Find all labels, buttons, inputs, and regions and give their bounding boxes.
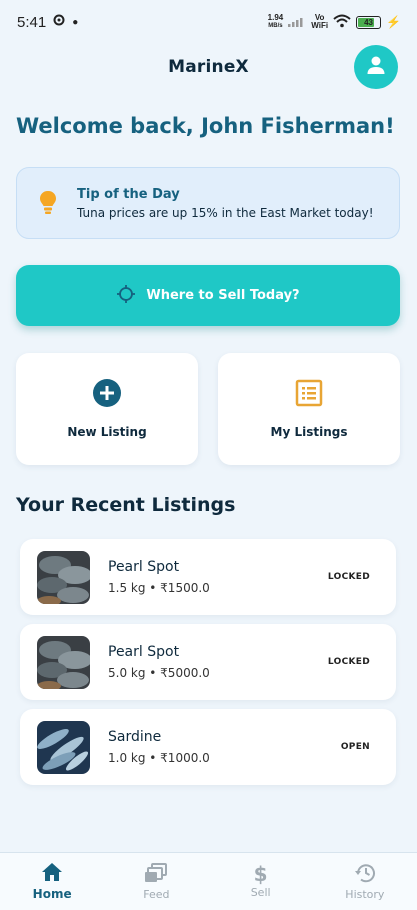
nav-label-feed: Feed [143, 887, 170, 901]
tip-card: Tip of the Day Tuna prices are up 15% in… [16, 167, 400, 239]
recent-listings-title: Your Recent Listings [16, 494, 236, 516]
fish-thumbnail [37, 720, 90, 774]
welcome-heading: Welcome back, John Fisherman! [16, 114, 395, 138]
dollar-icon: $ [253, 862, 268, 886]
bottom-nav: Home Feed $ Sell History [0, 852, 417, 910]
my-listings-card[interactable]: My Listings [218, 353, 400, 465]
history-icon [354, 863, 376, 886]
fish-thumbnail [37, 550, 90, 604]
status-badge: LOCKED [327, 572, 370, 582]
nav-label-home: Home [32, 887, 72, 901]
crosshair-icon [116, 284, 136, 308]
nav-label-history: History [345, 887, 385, 901]
add-circle-icon [93, 379, 121, 411]
tip-text: Tuna prices are up 15% in the East Marke… [77, 205, 374, 220]
volte-indicator: Vo WiFi [311, 13, 329, 30]
person-icon [365, 54, 387, 80]
charging-icon: ⚡ [386, 15, 401, 29]
app-bar: MarineX [0, 44, 417, 90]
network-rate: 1.94 MB/s [267, 13, 284, 30]
list-icon [295, 379, 323, 411]
notification-dot-icon: ● [72, 16, 79, 28]
new-listing-label: New Listing [67, 425, 147, 439]
listing-meta: 1.0 kg • ₹1000.0 [108, 751, 210, 765]
home-icon [41, 862, 63, 885]
nav-label-sell: Sell [250, 886, 271, 899]
listing-name: Pearl Spot [108, 559, 180, 575]
listing-name: Pearl Spot [108, 644, 180, 660]
new-listing-card[interactable]: New Listing [16, 353, 198, 465]
where-to-sell-button[interactable]: Where to Sell Today? [16, 265, 400, 326]
fish-thumbnail [37, 635, 90, 689]
signal-icon [288, 15, 306, 29]
tip-title: Tip of the Day [77, 186, 180, 202]
status-time: 5:41 [17, 13, 47, 31]
nav-item-feed[interactable]: Feed [104, 853, 208, 910]
listing-name: Sardine [108, 729, 162, 745]
status-badge: OPEN [340, 742, 370, 752]
listing-item[interactable]: Pearl Spot 5.0 kg • ₹5000.0 LOCKED [20, 624, 396, 700]
listing-meta: 5.0 kg • ₹5000.0 [108, 666, 210, 680]
status-bar: 5:41 ● 1.94 MB/s Vo WiFi 43 ⚡ [0, 0, 417, 44]
nav-item-home[interactable]: Home [0, 853, 104, 910]
listing-item[interactable]: Sardine 1.0 kg • ₹1000.0 OPEN [20, 709, 396, 785]
my-listings-label: My Listings [270, 425, 348, 439]
profile-button[interactable] [354, 45, 398, 89]
feed-icon [145, 862, 168, 886]
app-title: MarineX [168, 57, 249, 77]
status-badge: LOCKED [327, 657, 370, 667]
nav-item-history[interactable]: History [313, 853, 417, 910]
nav-item-sell[interactable]: $ Sell [209, 853, 313, 910]
where-to-sell-label: Where to Sell Today? [146, 288, 300, 303]
battery-icon: 43 [356, 15, 382, 29]
lightbulb-icon [37, 190, 59, 216]
listing-meta: 1.5 kg • ₹1500.0 [108, 581, 210, 595]
listing-item[interactable]: Pearl Spot 1.5 kg • ₹1500.0 LOCKED [20, 539, 396, 615]
wifi-icon [333, 14, 351, 30]
settings-status-icon [52, 13, 66, 31]
